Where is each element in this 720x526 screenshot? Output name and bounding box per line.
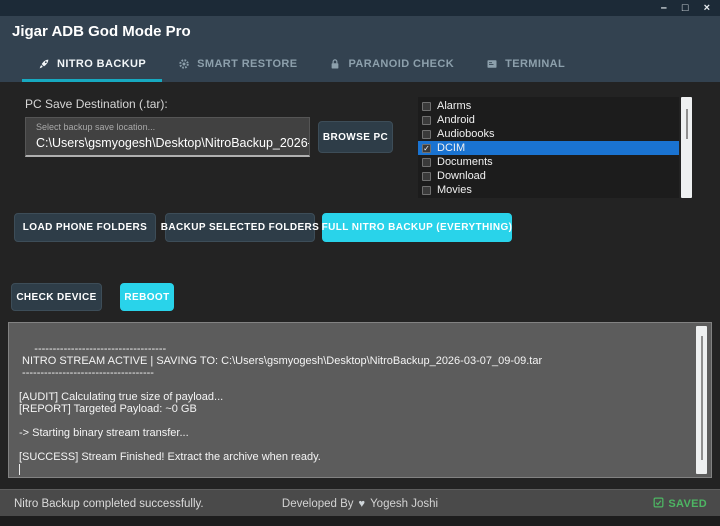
log-output[interactable]: ------------------------------------ NIT… <box>8 322 712 478</box>
folder-name: Movies <box>437 184 472 196</box>
folder-name: Android <box>437 114 475 126</box>
status-bar: Nitro Backup completed successfully. Dev… <box>0 489 720 516</box>
folder-name: Audiobooks <box>437 128 495 140</box>
tab-label: PARANOID CHECK <box>348 58 454 70</box>
folder-row[interactable]: Download <box>418 169 679 183</box>
check-square-icon <box>653 497 664 511</box>
app-title: Jigar ADB God Mode Pro <box>12 23 191 40</box>
terminal-icon <box>486 58 498 70</box>
checkbox-unchecked-icon[interactable] <box>422 172 431 181</box>
tab-label: TERMINAL <box>505 58 565 70</box>
folder-row[interactable]: Movies <box>418 183 679 197</box>
text-caret <box>19 464 20 475</box>
folder-name: Alarms <box>437 100 471 112</box>
rocket-icon <box>38 58 50 70</box>
checkbox-unchecked-icon[interactable] <box>422 158 431 167</box>
folder-name: DCIM <box>437 142 465 154</box>
save-path-placeholder: Select backup save location... <box>36 122 155 132</box>
reboot-button[interactable]: REBOOT <box>120 283 174 311</box>
backup-selected-folders-button[interactable]: BACKUP SELECTED FOLDERS <box>165 213 315 242</box>
minimize-button[interactable]: – <box>661 0 667 16</box>
tab-bar: NITRO BACKUP SMART RESTORE <box>22 49 581 82</box>
app-window: – □ × Jigar ADB God Mode Pro NITRO BACKU… <box>0 0 720 526</box>
credit-name: Yogesh Joshi <box>370 498 438 510</box>
close-button[interactable]: × <box>704 0 710 16</box>
log-text: ------------------------------------ NIT… <box>19 343 542 463</box>
save-path-value: C:\Users\gsmyogesh\Desktop\NitroBackup_2… <box>36 136 310 150</box>
tab-label: NITRO BACKUP <box>57 58 146 70</box>
full-nitro-backup-button[interactable]: FULL NITRO BACKUP (EVERYTHING) <box>322 213 512 242</box>
folder-list-scrollbar[interactable] <box>681 97 692 198</box>
tab-nitro-backup[interactable]: NITRO BACKUP <box>22 49 162 82</box>
folder-row[interactable]: Alarms <box>418 99 679 113</box>
checkbox-unchecked-icon[interactable] <box>422 130 431 139</box>
folder-row[interactable]: ✓ DCIM <box>418 141 679 155</box>
load-phone-folders-button[interactable]: LOAD PHONE FOLDERS <box>14 213 156 242</box>
destination-label: PC Save Destination (.tar): <box>25 97 168 111</box>
folder-row[interactable]: Audiobooks <box>418 127 679 141</box>
developer-credit: Developed By ♥ Yogesh Joshi <box>0 490 720 517</box>
folder-row[interactable]: Android <box>418 113 679 127</box>
save-path-input[interactable]: Select backup save location... C:\Users\… <box>25 117 310 157</box>
checkbox-unchecked-icon[interactable] <box>422 186 431 195</box>
heart-icon: ♥ <box>359 498 366 510</box>
lock-icon <box>329 58 341 70</box>
tab-label: SMART RESTORE <box>197 58 297 70</box>
check-device-button[interactable]: CHECK DEVICE <box>11 283 102 311</box>
folder-list[interactable]: Alarms Android Audiobooks ✓ DCIM Documents Dow… <box>418 97 679 198</box>
window-bottom-edge <box>0 516 720 526</box>
folder-row[interactable]: Documents <box>418 155 679 169</box>
folder-name: Documents <box>437 156 493 168</box>
titlebar: – □ × <box>0 0 720 16</box>
saved-badge: SAVED <box>653 490 707 517</box>
tab-smart-restore[interactable]: SMART RESTORE <box>162 49 313 82</box>
log-scrollbar[interactable] <box>696 326 707 474</box>
checkbox-unchecked-icon[interactable] <box>422 102 431 111</box>
checkbox-unchecked-icon[interactable] <box>422 116 431 125</box>
tab-terminal[interactable]: TERMINAL <box>470 49 581 82</box>
saved-label: SAVED <box>668 498 707 510</box>
checkbox-checked-icon[interactable]: ✓ <box>422 144 431 153</box>
browse-pc-button[interactable]: BROWSE PC <box>318 121 393 153</box>
tab-paranoid-check[interactable]: PARANOID CHECK <box>313 49 470 82</box>
credit-prefix: Developed By <box>282 498 354 510</box>
folder-name: Download <box>437 170 486 182</box>
gear-icon <box>178 58 190 70</box>
maximize-button[interactable]: □ <box>682 0 689 16</box>
header: Jigar ADB God Mode Pro NITRO BACKUP <box>0 16 720 82</box>
